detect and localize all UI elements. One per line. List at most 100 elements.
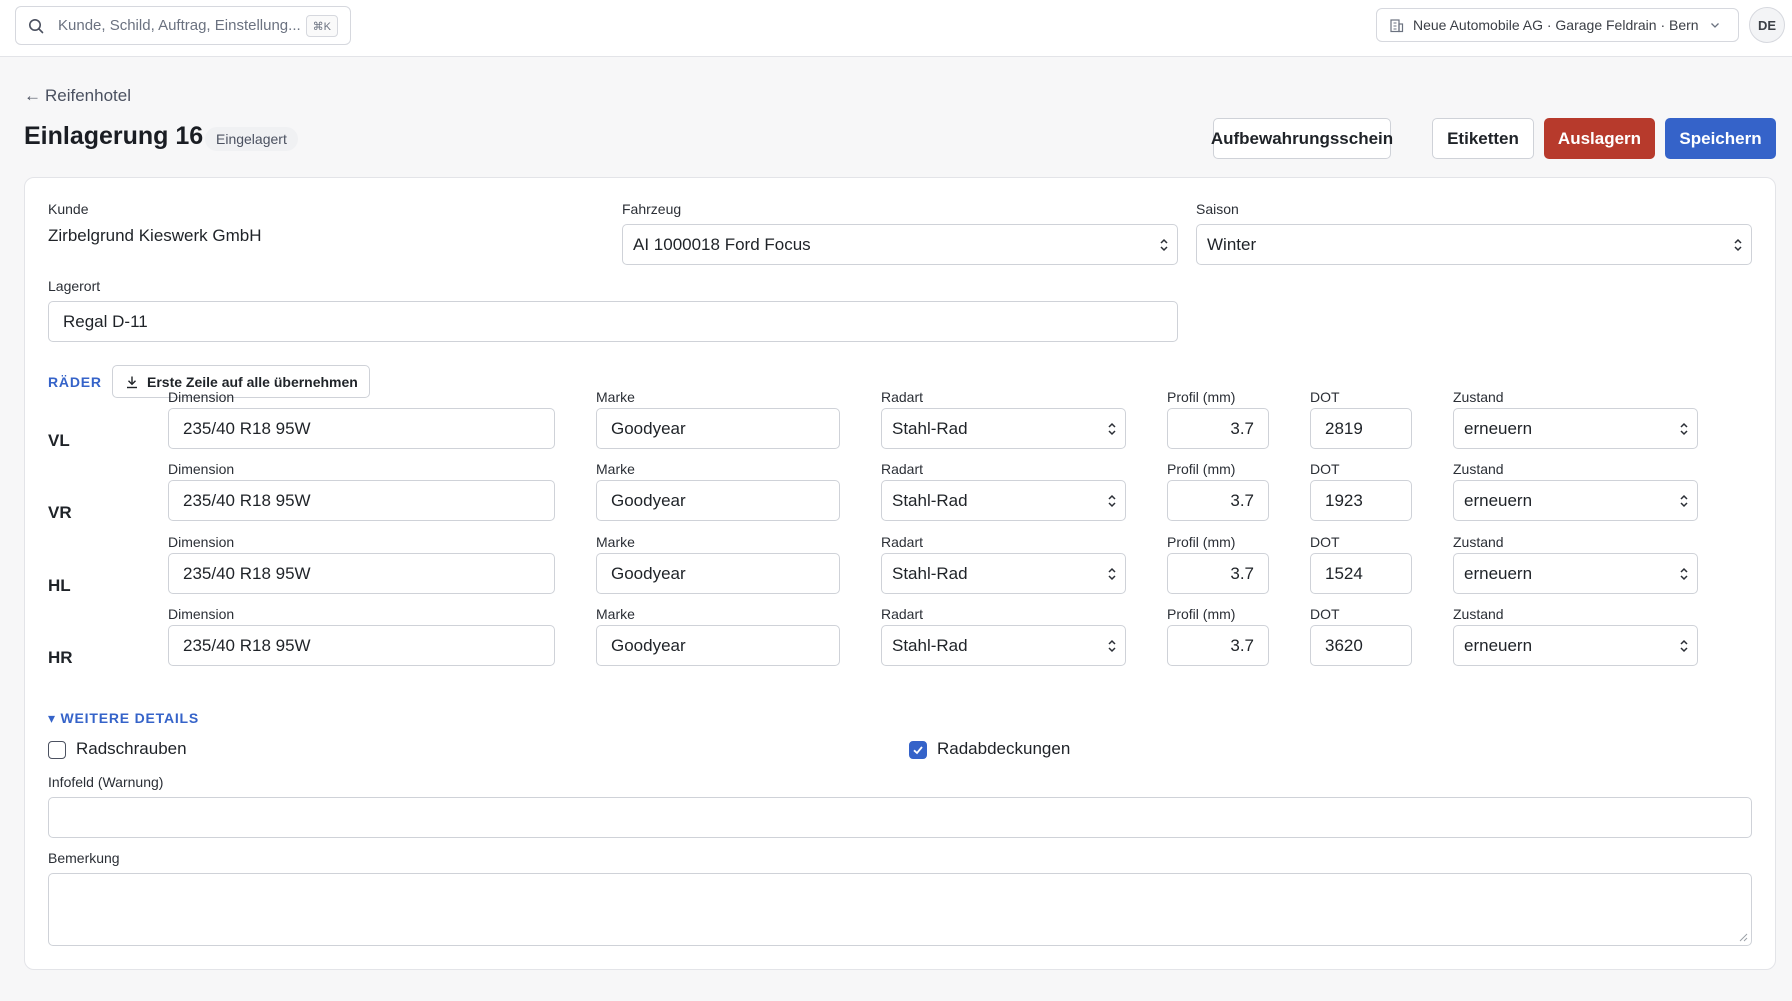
global-search[interactable]: Kunde, Schild, Auftrag, Einstellung... ⌘…	[15, 6, 351, 45]
wheel-dot-input[interactable]: 3620	[1310, 625, 1412, 666]
wheel-rim-select[interactable]: Stahl-Rad	[881, 480, 1126, 521]
wheel-position-label: VL	[48, 431, 70, 450]
wheel-rim-label: Radart	[881, 534, 924, 550]
wheel-brand-label: Marke	[596, 389, 635, 405]
wheel-position-label: HR	[48, 648, 73, 667]
receipt-button[interactable]: Aufbewahrungsschein	[1211, 118, 1393, 159]
info-field-label: Infofeld (Warnung)	[48, 774, 164, 790]
wheel-profile-label: Profil (mm)	[1167, 461, 1236, 477]
wheel-condition-label: Zustand	[1453, 606, 1504, 622]
labels-button[interactable]: Etiketten	[1432, 118, 1534, 159]
wheel-rim-select[interactable]: Stahl-Rad	[881, 408, 1126, 449]
remark-label: Bemerkung	[48, 850, 120, 866]
wheel-dot-input[interactable]: 2819	[1310, 408, 1412, 449]
wheel-dot-input[interactable]: 1524	[1310, 553, 1412, 594]
wheel-dot-input[interactable]: 1923	[1310, 480, 1412, 521]
wheel-brand-input[interactable]: Goodyear	[596, 408, 840, 449]
wheel-condition-value: erneuern	[1464, 563, 1533, 583]
wheel-profile-input[interactable]: 3.7	[1167, 408, 1269, 449]
select-arrows-icon	[1680, 494, 1688, 508]
wheel-brand-input[interactable]: Goodyear	[596, 553, 840, 594]
wheel-bolts-label: Radschrauben	[76, 739, 187, 758]
wheel-dimension-input[interactable]: 235/40 R18 95W	[168, 480, 555, 521]
wheel-condition-value: erneuern	[1464, 418, 1533, 438]
customer-value: Zirbelgrund Kieswerk GmbH	[48, 226, 262, 245]
search-shortcut-badge: ⌘K	[305, 15, 338, 37]
select-arrows-icon	[1108, 422, 1116, 436]
wheel-rim-value: Stahl-Rad	[892, 490, 968, 510]
select-arrows-icon	[1108, 494, 1116, 508]
wheel-dimension-label: Dimension	[168, 606, 235, 622]
wheel-position-label: VR	[48, 503, 72, 522]
organization-label: Neue Automobile AG · Garage Feldrain · B…	[1413, 17, 1699, 33]
hubcaps-checkbox[interactable]	[909, 741, 927, 759]
wheel-profile-input[interactable]: 3.7	[1167, 625, 1269, 666]
organization-switcher[interactable]: Neue Automobile AG · Garage Feldrain · B…	[1376, 8, 1739, 42]
arrow-left-icon: ←	[24, 86, 41, 105]
wheel-dimension-label: Dimension	[168, 461, 235, 477]
vehicle-select[interactable]: AI 1000018 Ford Focus	[622, 224, 1178, 265]
select-arrows-icon	[1734, 238, 1742, 252]
location-input[interactable]: Regal D-11	[48, 301, 1178, 342]
wheel-profile-input[interactable]: 3.7	[1167, 553, 1269, 594]
wheel-brand-input[interactable]: Goodyear	[596, 480, 840, 521]
wheel-rim-select[interactable]: Stahl-Rad	[881, 625, 1126, 666]
search-placeholder: Kunde, Schild, Auftrag, Einstellung...	[58, 17, 301, 34]
season-label: Saison	[1196, 201, 1239, 217]
select-arrows-icon	[1160, 238, 1168, 252]
checkmark-icon	[913, 746, 923, 755]
page-title: Einlagerung 16	[24, 122, 204, 150]
status-badge: Eingelagert	[205, 127, 298, 151]
copy-first-row-label: Erste Zeile auf alle übernehmen	[147, 373, 358, 390]
season-select[interactable]: Winter	[1196, 224, 1752, 265]
save-button[interactable]: Speichern	[1665, 118, 1776, 159]
wheel-condition-select[interactable]: erneuern	[1453, 553, 1698, 594]
wheel-dot-value: 3620	[1325, 635, 1363, 655]
select-arrows-icon	[1680, 422, 1688, 436]
wheel-dimension-input[interactable]: 235/40 R18 95W	[168, 408, 555, 449]
wheel-position-label: HL	[48, 576, 71, 595]
wheel-dot-label: DOT	[1310, 389, 1340, 405]
wheel-rim-value: Stahl-Rad	[892, 635, 968, 655]
wheel-profile-value: 3.7	[1230, 490, 1254, 510]
wheel-brand-input[interactable]: Goodyear	[596, 625, 840, 666]
back-link[interactable]: ← Reifenhotel	[24, 86, 131, 106]
wheel-condition-label: Zustand	[1453, 389, 1504, 405]
wheel-rim-select[interactable]: Stahl-Rad	[881, 553, 1126, 594]
wheel-bolts-checkbox[interactable]	[48, 741, 66, 759]
wheel-profile-input[interactable]: 3.7	[1167, 480, 1269, 521]
wheel-condition-label: Zustand	[1453, 534, 1504, 550]
wheel-rim-label: Radart	[881, 389, 924, 405]
wheel-brand-label: Marke	[596, 534, 635, 550]
wheel-condition-select[interactable]: erneuern	[1453, 625, 1698, 666]
wheel-condition-value: erneuern	[1464, 635, 1533, 655]
wheel-profile-label: Profil (mm)	[1167, 389, 1236, 405]
wheel-dot-value: 2819	[1325, 418, 1363, 438]
more-details-toggle[interactable]: ▾ WEITERE DETAILS	[48, 710, 199, 727]
wheel-brand-value: Goodyear	[611, 490, 686, 510]
wheel-dimension-input[interactable]: 235/40 R18 95W	[168, 553, 555, 594]
hubcaps-label: Radabdeckungen	[937, 739, 1071, 758]
back-link-label: Reifenhotel	[45, 86, 132, 105]
wheel-dimension-input[interactable]: 235/40 R18 95W	[168, 625, 555, 666]
wheel-profile-value: 3.7	[1230, 418, 1254, 438]
language-avatar[interactable]: DE	[1749, 7, 1785, 43]
wheel-brand-value: Goodyear	[611, 563, 686, 583]
remark-textarea[interactable]	[48, 873, 1752, 946]
info-field-input[interactable]	[48, 797, 1752, 838]
vehicle-select-value: AI 1000018 Ford Focus	[633, 234, 811, 254]
top-bar: Kunde, Schild, Auftrag, Einstellung... ⌘…	[0, 0, 1792, 57]
checkout-button[interactable]: Auslagern	[1544, 118, 1655, 159]
wheel-condition-select[interactable]: erneuern	[1453, 408, 1698, 449]
wheel-rim-label: Radart	[881, 461, 924, 477]
location-label: Lagerort	[48, 278, 101, 294]
wheel-dimension-value: 235/40 R18 95W	[183, 563, 311, 583]
select-arrows-icon	[1680, 639, 1688, 653]
wheels-section-title: RÄDER	[48, 374, 102, 390]
wheel-condition-select[interactable]: erneuern	[1453, 480, 1698, 521]
resize-handle-icon[interactable]	[1738, 932, 1748, 942]
copy-first-row-button[interactable]: Erste Zeile auf alle übernehmen	[112, 365, 370, 398]
wheel-dimension-label: Dimension	[168, 389, 235, 405]
wheel-condition-label: Zustand	[1453, 461, 1504, 477]
search-icon	[28, 17, 46, 35]
